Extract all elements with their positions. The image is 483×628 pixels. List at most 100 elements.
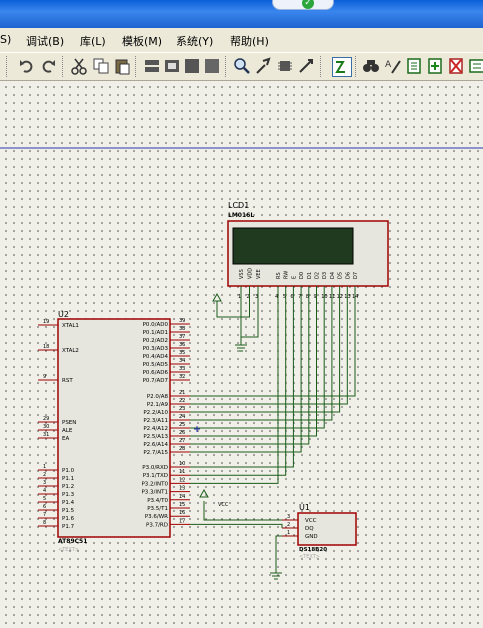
mcu-pin-name: P0.4/AD4: [143, 354, 169, 360]
mcu-pin-name: EA: [62, 436, 69, 442]
schematic[interactable]: LCD1 LM016L <TEXT> VSS 1 VDD 2 VEE 3 RS 4 RW 5 E 6 D0 7 D…: [0, 81, 483, 628]
mcu-pin-name: P3.5/T1: [147, 506, 168, 512]
menu-item[interactable]: 库(L): [80, 33, 106, 49]
mcu-pin-name: P1.5: [62, 508, 75, 514]
new-sheet-icon[interactable]: [426, 57, 444, 75]
mcu-part-label: AT89C51: [58, 538, 87, 545]
lcd-pin-name: E: [291, 276, 297, 279]
lcd-pin-name: D7: [353, 272, 359, 279]
lcd-pin-name: VDD: [248, 268, 254, 279]
mcu-pin-number: 12: [179, 477, 185, 483]
pick-device-icon[interactable]: [255, 57, 273, 75]
mcu-pin-number: 33: [179, 366, 185, 372]
wire: [203, 501, 282, 521]
mcu-pin-number: 13: [179, 486, 185, 492]
undo-icon[interactable]: [18, 57, 36, 75]
block-copy-icon[interactable]: [143, 57, 161, 75]
zoom-icon[interactable]: [233, 57, 251, 75]
mcu-pin-number: 39: [179, 318, 185, 324]
lcd-pin-name: D0: [299, 272, 305, 279]
mcu-pin-number: 11: [179, 469, 185, 475]
lcd-ref-label: LCD1: [228, 201, 249, 210]
paste-icon[interactable]: [113, 57, 131, 75]
copy-icon[interactable]: [92, 57, 110, 75]
chip-icon[interactable]: [276, 57, 294, 75]
mcu-pin-number: 35: [179, 350, 185, 356]
mcu-pin-name: P1.2: [62, 484, 74, 490]
menu-item[interactable]: S): [0, 33, 11, 46]
lcd-pin-name: D1: [307, 272, 313, 279]
menu-item[interactable]: 帮助(H): [230, 33, 269, 49]
delete-sheet-icon[interactable]: [447, 57, 465, 75]
lcd-pin-name: RW: [284, 271, 290, 279]
property-tool-icon[interactable]: A: [384, 57, 402, 75]
mcu-pin-name: P0.0/AD0: [143, 322, 169, 328]
mcu-pin-number: 31: [43, 432, 49, 438]
ground-icon: [235, 344, 247, 352]
mcu-pin-number: 28: [179, 446, 185, 452]
lcd-pin-name: VSS: [239, 269, 245, 279]
cut-icon[interactable]: [70, 57, 88, 75]
mcu-pin-name: P3.4/T0: [147, 498, 168, 504]
schematic-canvas[interactable]: LCD1 LM016L <TEXT> VSS 1 VDD 2 VEE 3 RS 4 RW 5 E 6 D0 7 D…: [0, 81, 483, 628]
mcu-pin-number: 30: [43, 424, 49, 430]
sensor-pin-number: 2: [287, 522, 290, 528]
mcu-pin-name: P2.1/A9: [147, 402, 169, 408]
mcu-pin-number: 9: [43, 374, 46, 380]
bill-of-materials-icon[interactable]: [405, 57, 423, 75]
mcu-pin-name: XTAL2: [62, 348, 79, 354]
sensor-text-label: <TEXT>: [299, 554, 320, 560]
sensor-pin-name: VCC: [305, 518, 317, 524]
net-vcc-label: VCC: [218, 502, 229, 508]
mcu-pin-name: P1.4: [62, 500, 75, 506]
mcu-pin-number: 8: [43, 520, 46, 526]
mcu-pin-name: P1.0: [62, 468, 75, 474]
sensor-ref-label: U1: [299, 503, 310, 512]
mcu-pin-number: 24: [179, 414, 185, 420]
block-rotate-icon[interactable]: [183, 57, 201, 75]
mcu-pin-name: P2.4/A12: [143, 426, 168, 432]
menu-item[interactable]: 调试(B): [26, 33, 64, 49]
power-terminal-icon: [199, 488, 209, 498]
mcu-pin-name: P2.5/A13: [143, 434, 168, 440]
sensor-part-label: DS18B20: [299, 547, 327, 553]
toolbar-grip: [6, 56, 10, 77]
netlist-icon[interactable]: [468, 57, 483, 75]
mcu-pin-number: 23: [179, 406, 185, 412]
wire: [190, 303, 310, 445]
mcu-pin-number: 2: [43, 472, 46, 478]
mcu-pin-name: P2.7/A15: [143, 450, 168, 456]
mcu-pin-name: P3.1/TXD: [143, 473, 168, 479]
mcu-pin-number: 34: [179, 358, 185, 364]
mcu-pin-number: 19: [43, 319, 49, 325]
mcu-pin-number: 36: [179, 342, 185, 348]
block-delete-icon[interactable]: [203, 57, 221, 75]
menu-bar: S) 调试(B) 库(L) 模板(M) 系统(Y) 帮助(H): [0, 28, 483, 53]
mcu-pin-number: 3: [43, 480, 46, 486]
svg-text:A: A: [385, 60, 392, 70]
wire-icon[interactable]: [297, 57, 315, 75]
mcu-pin-name: P2.2/A10: [143, 410, 168, 416]
mcu-pin-name: RST: [62, 378, 73, 384]
redo-icon[interactable]: [39, 57, 57, 75]
mcu-pin-number: 15: [179, 502, 185, 508]
annotate-icon[interactable]: [332, 57, 352, 77]
wire: [190, 303, 317, 437]
toolbar-separator: [225, 56, 229, 77]
sensor-pin-number: 1: [287, 530, 290, 536]
menu-item[interactable]: 模板(M): [122, 33, 162, 49]
block-move-icon[interactable]: [163, 57, 181, 75]
menu-item[interactable]: 系统(Y): [176, 33, 213, 49]
mcu-pin-number: 21: [179, 390, 185, 396]
wire: [216, 301, 250, 318]
toolbar-separator: [135, 56, 139, 77]
search-icon[interactable]: [362, 57, 380, 75]
mcu-pin-name: P3.0/RXD: [142, 465, 168, 471]
wire: [190, 303, 279, 484]
lcd-pin-name: RS: [276, 272, 282, 279]
mcu-pin-number: 18: [43, 344, 49, 350]
mcu-pin-name: PSEN: [62, 420, 76, 426]
wire: [190, 303, 356, 397]
mcu-pin-number: 37: [179, 334, 185, 340]
mcu-pin-number: 6: [43, 504, 46, 510]
